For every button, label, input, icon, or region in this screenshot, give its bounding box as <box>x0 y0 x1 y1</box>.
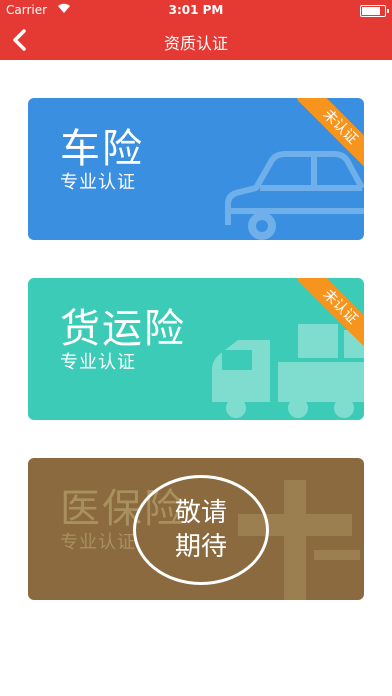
nav-bar: 资质认证 <box>0 20 392 60</box>
card-subtitle: 专业认证 <box>60 532 136 553</box>
status-time: 3:01 PM <box>168 3 224 17</box>
cargo-insurance-card[interactable]: 货运险 专业认证 未认证 <box>28 278 364 420</box>
car-insurance-card[interactable]: 车险 专业认证 未认证 <box>28 98 364 240</box>
card-title: 车险 <box>60 126 144 172</box>
page-title: 资质认证 <box>163 34 228 53</box>
card-subtitle: 专业认证 <box>60 352 136 373</box>
status-bar: Carrier 3:01 PM <box>0 0 392 20</box>
battery-icon <box>360 5 389 17</box>
card-title: 货运险 <box>60 306 186 352</box>
unverified-badge: 未认证 <box>296 98 364 171</box>
coming-soon-line2: 期待 <box>174 532 227 562</box>
card-subtitle: 专业认证 <box>60 172 136 193</box>
unverified-ribbon: 未认证 <box>290 98 364 172</box>
unverified-ribbon: 未认证 <box>290 278 364 352</box>
coming-soon-badge: 敬请 期待 <box>133 475 269 585</box>
coming-soon-line1: 敬请 <box>174 498 227 528</box>
unverified-badge: 未认证 <box>296 278 364 351</box>
